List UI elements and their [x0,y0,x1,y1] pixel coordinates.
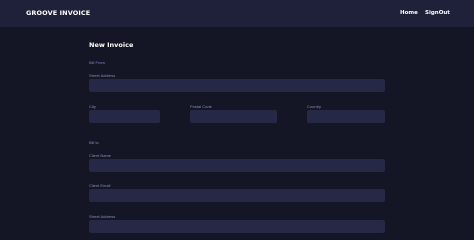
top-navbar: GROOVE INVOICE Home SignOut [0,0,474,27]
bill-from-street-label: Street Address [89,73,116,78]
client-name-input[interactable] [89,159,385,172]
nav-home-link[interactable]: Home [400,10,418,16]
bill-to-street-label: Street Address [89,214,116,219]
bill-from-street-input[interactable] [89,79,385,92]
main-content [0,27,474,233]
bill-from-city-label: City [89,104,96,109]
nav-signout-link[interactable]: SignOut [425,10,450,16]
bill-from-postal-input[interactable] [190,110,277,123]
bill-from-country-label: Country [307,104,322,109]
bill-from-country-input[interactable] [307,110,385,123]
bill-from-city-input[interactable] [89,110,160,123]
client-email-input[interactable] [89,189,385,202]
bill-from-postal-label: Postal Code [190,104,212,109]
bill-to-street-input[interactable] [89,220,385,233]
client-email-label: Client Email [89,183,111,188]
form-title: New Invoice [89,41,134,49]
brand-logo[interactable]: GROOVE INVOICE [26,9,90,17]
bill-to-section-label: Bill to [89,140,99,145]
client-name-label: Client Name [89,153,112,158]
bill-from-section-label: Bill From [89,60,105,65]
